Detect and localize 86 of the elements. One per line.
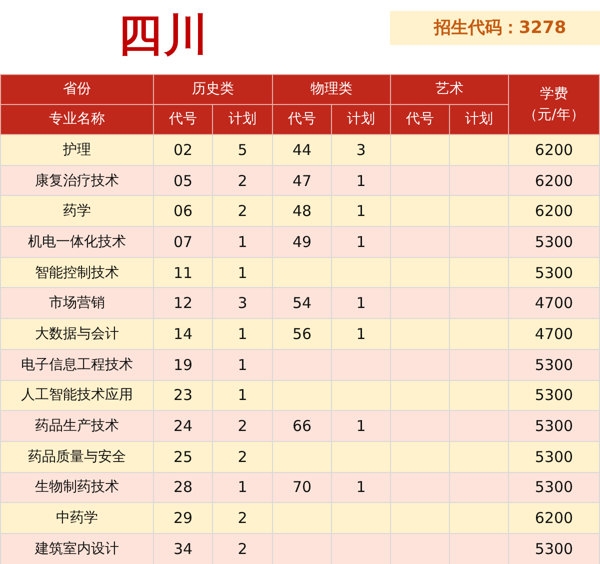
table-cell: 药品质量与安全 bbox=[0, 441, 154, 472]
header-cell: 代号 bbox=[154, 104, 212, 134]
table-cell: 1 bbox=[332, 196, 390, 227]
table-cell: 11 bbox=[154, 257, 212, 288]
table-cell: 市场营销 bbox=[0, 288, 154, 319]
table-cell: 6200 bbox=[508, 196, 600, 227]
table-cell: 药学 bbox=[0, 196, 154, 227]
table-cell: 02 bbox=[154, 134, 212, 166]
table-cell: 56 bbox=[272, 318, 332, 350]
table-cell: 建筑室内设计 bbox=[0, 533, 154, 564]
table-cell: 2 bbox=[212, 196, 272, 227]
table-cell: 中药学 bbox=[0, 502, 154, 534]
header-cell: 计划 bbox=[332, 104, 390, 134]
table-cell: 人工智能技术应用 bbox=[0, 380, 154, 411]
table-cell: 1 bbox=[212, 257, 272, 288]
table-cell: 66 bbox=[272, 410, 332, 442]
table-cell: 1 bbox=[332, 472, 390, 503]
enrollment-code-badge: 招生代码：3278 bbox=[390, 11, 600, 45]
table-cell: 1 bbox=[332, 318, 390, 350]
table-cell: 1 bbox=[212, 349, 272, 380]
header-cell: 历史类 bbox=[154, 74, 272, 104]
table-cell: 药品生产技术 bbox=[0, 410, 154, 442]
table-cell: 护理 bbox=[0, 134, 154, 166]
table-cell: 5300 bbox=[508, 472, 600, 503]
table-cell: 1 bbox=[212, 226, 272, 258]
table-cell: 2 bbox=[212, 533, 272, 564]
table-cell: 5300 bbox=[508, 257, 600, 288]
table-cell: 5300 bbox=[508, 226, 600, 258]
table-cell: 1 bbox=[332, 410, 390, 442]
table-cell: 6200 bbox=[508, 502, 600, 534]
table-cell: 28 bbox=[154, 472, 212, 503]
table-cell: 14 bbox=[154, 318, 212, 350]
header-cell: 专业名称 bbox=[0, 104, 154, 134]
table-cell: 54 bbox=[272, 288, 332, 319]
table-cell: 1 bbox=[332, 288, 390, 319]
table-cell: 2 bbox=[212, 441, 272, 472]
table-cell: 70 bbox=[272, 472, 332, 503]
table-cell: 23 bbox=[154, 380, 212, 411]
table-cell: 06 bbox=[154, 196, 212, 227]
table-cell: 5300 bbox=[508, 349, 600, 380]
table-cell: 5300 bbox=[508, 533, 600, 564]
table-cell: 12 bbox=[154, 288, 212, 319]
header-cell: 代号 bbox=[272, 104, 332, 134]
table-cell: 2 bbox=[212, 502, 272, 534]
table-cell: 19 bbox=[154, 349, 212, 380]
table-cell: 智能控制技术 bbox=[0, 257, 154, 288]
table-cell: 3 bbox=[212, 288, 272, 319]
table-cell: 1 bbox=[332, 226, 390, 258]
page-title: 四川 bbox=[118, 9, 210, 63]
header-cell: 物理类 bbox=[272, 74, 390, 104]
table-cell: 5 bbox=[212, 134, 272, 166]
table-cell: 1 bbox=[212, 472, 272, 503]
header-cell: 计划 bbox=[212, 104, 272, 134]
table-cell: 3 bbox=[332, 134, 390, 166]
table-cell: 6200 bbox=[508, 165, 600, 196]
table-cell: 2 bbox=[212, 410, 272, 442]
table-cell: 49 bbox=[272, 226, 332, 258]
header-cell: 计划 bbox=[450, 104, 508, 134]
table-cell: 05 bbox=[154, 165, 212, 196]
header-cell: 学费 （元/年） bbox=[508, 74, 600, 134]
header-cell: 艺术 bbox=[390, 74, 508, 104]
table-cell: 6200 bbox=[508, 134, 600, 166]
table-cell: 大数据与会计 bbox=[0, 318, 154, 350]
table-cell: 1 bbox=[212, 380, 272, 411]
header-cell: 省份 bbox=[0, 74, 154, 104]
table-cell: 29 bbox=[154, 502, 212, 534]
table-cell: 48 bbox=[272, 196, 332, 227]
table-cell: 25 bbox=[154, 441, 212, 472]
table-cell: 机电一体化技术 bbox=[0, 226, 154, 258]
table-cell: 4700 bbox=[508, 318, 600, 350]
table-cell: 07 bbox=[154, 226, 212, 258]
table-cell: 5300 bbox=[508, 441, 600, 472]
table-cell: 24 bbox=[154, 410, 212, 442]
table-cell: 44 bbox=[272, 134, 332, 166]
table-cell: 1 bbox=[332, 165, 390, 196]
table-cell: 5300 bbox=[508, 380, 600, 411]
table-cell: 34 bbox=[154, 533, 212, 564]
table-cell: 电子信息工程技术 bbox=[0, 349, 154, 380]
table-cell: 生物制药技术 bbox=[0, 472, 154, 503]
table-cell: 4700 bbox=[508, 288, 600, 319]
header-cell: 代号 bbox=[390, 104, 450, 134]
table-cell: 1 bbox=[212, 318, 272, 350]
table-cell: 5300 bbox=[508, 410, 600, 442]
table-cell: 康复治疗技术 bbox=[0, 165, 154, 196]
table-cell: 2 bbox=[212, 165, 272, 196]
table-cell: 47 bbox=[272, 165, 332, 196]
